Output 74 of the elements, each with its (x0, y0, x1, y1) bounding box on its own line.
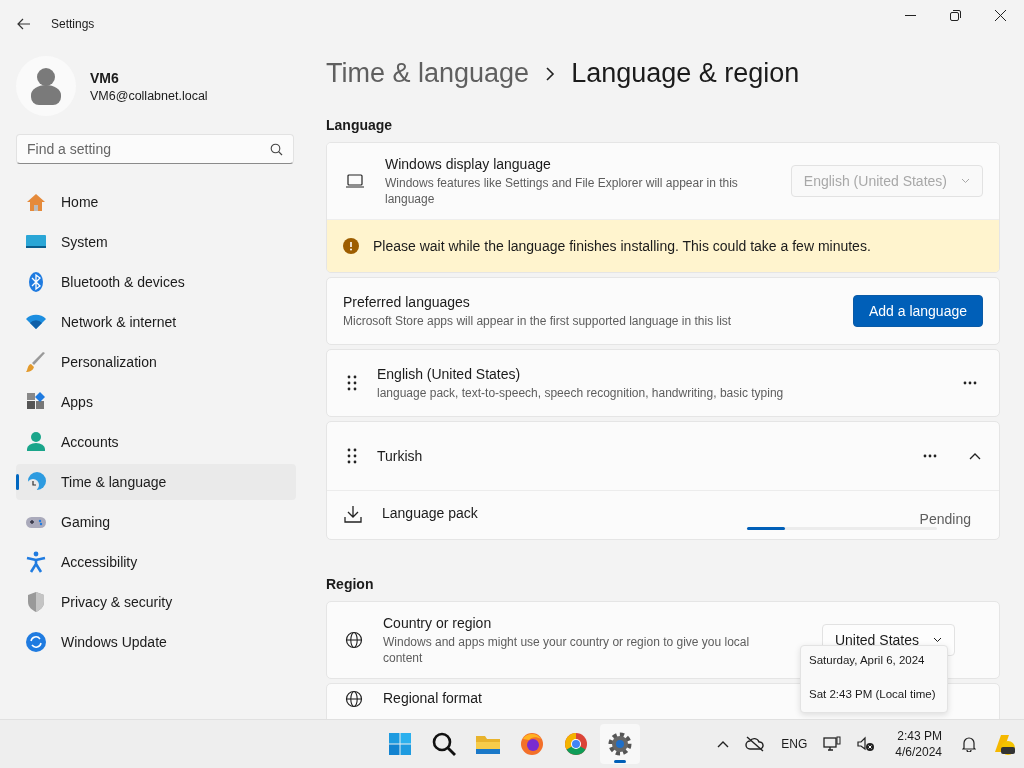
setting-title: Regional format (383, 690, 482, 706)
nav-item[interactable]: Time & language (16, 464, 296, 500)
gear-icon (607, 731, 633, 757)
setting-description: Microsoft Store apps will appear in the first supported language in this list (343, 312, 732, 329)
account-name: VM6 (90, 69, 120, 86)
start-icon (387, 731, 413, 757)
network-icon[interactable] (823, 736, 842, 752)
search-icon (431, 731, 457, 757)
search-icon (270, 142, 283, 156)
nav-item[interactable]: Bluetooth & devices (16, 264, 296, 300)
warning-text: Please wait while the language finishes installing. This could take a few minutes. (373, 238, 871, 254)
clock-time: 2:43 PM (897, 729, 942, 743)
close-icon[interactable] (995, 10, 1006, 21)
more-icon[interactable] (963, 381, 977, 385)
drag-handle-icon[interactable] (347, 448, 357, 464)
status-text: Pending (919, 511, 971, 527)
chevron-icon (545, 66, 556, 81)
bell-icon[interactable] (962, 736, 976, 752)
window-title: Settings (51, 17, 95, 31)
caret-icon (933, 637, 942, 643)
nav-item[interactable]: Apps (16, 384, 296, 420)
maximize-icon[interactable] (950, 10, 961, 21)
nav-item[interactable]: Privacy & security (16, 584, 296, 620)
search-field[interactable]: Find a setting (16, 134, 294, 164)
language-name: English (United States) (377, 365, 521, 382)
tooltip-text: Sat 2:43 PM (Local time) (809, 688, 937, 700)
nav-icon (25, 351, 47, 373)
tooltip-text: Saturday, April 6, 2024 (809, 654, 926, 666)
nav-icon (25, 591, 47, 613)
taskbar-app[interactable] (600, 724, 640, 764)
nav-icon (25, 551, 47, 573)
setting-title: Country or region (383, 614, 492, 631)
add-language-button[interactable]: Add a language (852, 295, 983, 327)
nav-item[interactable]: Personalization (16, 344, 296, 380)
account-email: VM6@collabnet.local (90, 88, 208, 103)
nav-item[interactable]: Gaming (16, 504, 296, 540)
nav-item[interactable]: Home (16, 184, 296, 220)
nav-item[interactable]: System (16, 224, 296, 260)
page-title: Language & region (571, 58, 800, 89)
setting-description: Windows features like Settings and File Explorer will appear in this language (385, 174, 739, 207)
globe-icon (345, 631, 363, 649)
search-input[interactable]: Find a setting (27, 141, 270, 157)
chevron-icon[interactable] (969, 452, 981, 460)
laptop-icon (345, 174, 365, 188)
item-name: Language pack (382, 505, 479, 521)
globe-icon (345, 690, 363, 708)
input-language[interactable]: ENG (781, 737, 808, 751)
language-features: language pack, text-to-speech, speech recognition, handwriting, basic typing (377, 384, 784, 401)
download-icon (344, 505, 362, 523)
setting-title: Preferred languages (343, 293, 470, 310)
setting-description: Windows and apps might use your country or region to give you local content (383, 633, 751, 666)
speaker-muted-icon[interactable] (857, 736, 876, 752)
drag-handle-icon[interactable] (347, 375, 357, 391)
section-heading: Region (326, 576, 375, 592)
back-icon[interactable] (17, 18, 31, 30)
nav-icon (25, 631, 47, 653)
chevron-up-icon[interactable] (717, 740, 730, 748)
section-heading: Language (326, 117, 394, 133)
nav-item[interactable]: Accessibility (16, 544, 296, 580)
more-icon[interactable] (923, 454, 937, 458)
cloud-off-icon[interactable] (745, 736, 766, 752)
nav-item[interactable]: Accounts (16, 424, 296, 460)
setting-title: Windows display language (385, 155, 551, 172)
caret-icon (961, 178, 970, 184)
breadcrumb-parent[interactable]: Time & language (326, 58, 530, 89)
nav-item[interactable]: Windows Update (16, 624, 296, 660)
nav-icon (25, 431, 47, 453)
clock[interactable]: 2:43 PM 4/6/2024 (891, 727, 946, 761)
clock-date: 4/6/2024 (895, 745, 942, 759)
nav-item[interactable]: Network & internet (16, 304, 296, 340)
nav-icon (25, 471, 47, 493)
warning-icon (343, 238, 359, 254)
nav-icon (25, 191, 47, 213)
language-name: Turkish (377, 448, 424, 464)
